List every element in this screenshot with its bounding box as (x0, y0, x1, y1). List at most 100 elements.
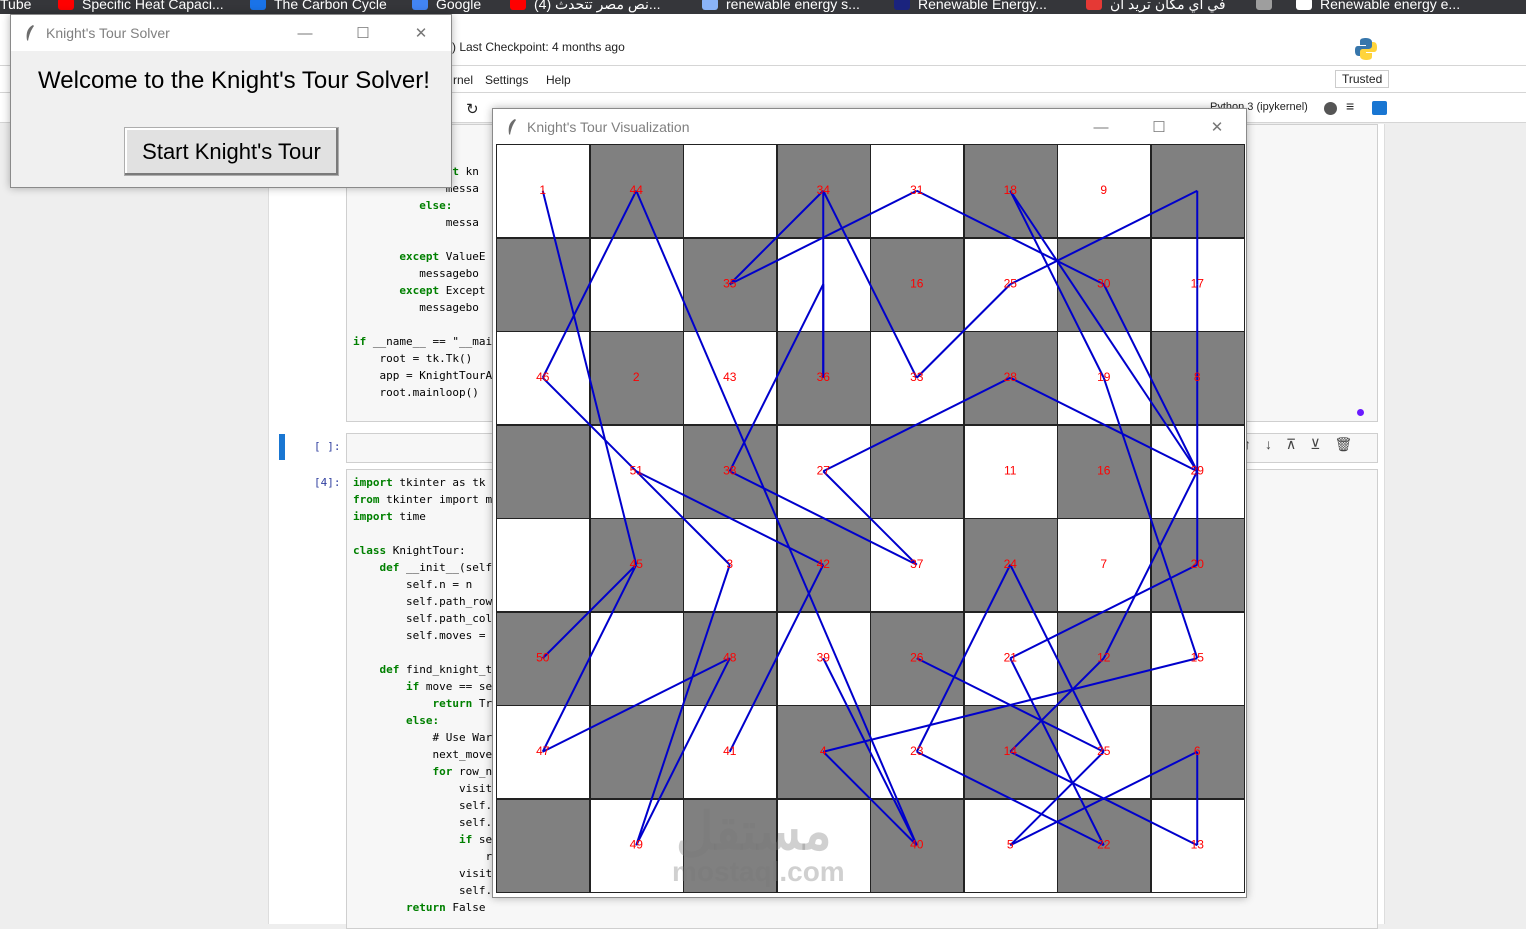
bookmark-label: (4) نص مصر تتحدث... (534, 0, 661, 12)
menu-settings[interactable]: Settings (485, 73, 528, 87)
tour-path-segment (1009, 564, 1105, 753)
maximize-icon[interactable]: ☐ (1136, 109, 1182, 145)
scroll-indicator-dot (1357, 409, 1364, 416)
bookmark-item[interactable]: The Carbon Cycle (250, 0, 387, 13)
maximize-icon[interactable]: ☐ (340, 15, 386, 51)
visualization-window: Knight's Tour Visualization — ☐ ✕ 1 44 34 3… (492, 108, 1247, 898)
tour-path-segment (916, 189, 1105, 286)
menu-help[interactable]: Help (546, 73, 571, 87)
move-number: 45 (630, 557, 644, 571)
move-number: 14 (1004, 744, 1018, 758)
menu-lines-icon[interactable]: ≡ (1346, 98, 1354, 114)
bookmarks-bar: Tube Specific Heat Capaci... The Carbon Cy… (0, 0, 1526, 14)
move-number: 24 (1004, 557, 1018, 571)
tour-path-segment (822, 376, 1011, 473)
tour-path-segment (729, 470, 918, 566)
move-number: 25 (1097, 744, 1111, 758)
minimize-icon[interactable]: — (282, 15, 328, 51)
bookmark-item[interactable]: renewable energy s... (702, 0, 860, 13)
move-number: 41 (723, 744, 737, 758)
bookmark-favicon-icon (250, 0, 266, 10)
tour-path-segment (541, 190, 638, 565)
insert-below-icon[interactable]: ⊻ (1310, 436, 1320, 460)
delete-cell-icon[interactable]: 🗑 (1335, 436, 1353, 460)
tour-path-overlay: 1 44 34 31 18 935 16 25 30 1746 2 43 36 33 28 19 851 38 27… (536, 183, 1205, 852)
bookmark-item[interactable]: في أي مكان تريد أن (1086, 0, 1226, 13)
move-number: 19 (1097, 370, 1111, 384)
visualization-titlebar[interactable]: Knight's Tour Visualization — ☐ ✕ (493, 109, 1246, 145)
move-number: 31 (910, 183, 924, 197)
bookmark-item[interactable]: Renewable Energy... (894, 0, 1047, 13)
move-number: 36 (817, 370, 831, 384)
trusted-badge[interactable]: Trusted (1335, 70, 1390, 88)
move-number: 39 (817, 650, 831, 664)
move-number: 1 (539, 183, 546, 197)
tour-path-segment (1009, 563, 1198, 660)
bookmark-item[interactable]: Renewable energy e... (1296, 0, 1460, 13)
bookmark-item[interactable]: Google (412, 0, 481, 13)
move-number: 3 (726, 557, 733, 571)
move-number: 28 (1004, 370, 1018, 384)
tour-path-segment (1009, 657, 1105, 753)
close-icon[interactable]: ✕ (398, 15, 444, 51)
tour-path-segment (1009, 190, 1105, 379)
insert-above-icon[interactable]: ⊼ (1286, 436, 1296, 460)
move-number: 12 (1097, 650, 1111, 664)
move-number: 25 (1004, 276, 1018, 290)
bookmark-favicon-icon (510, 0, 526, 10)
move-number: 11 (1004, 463, 1017, 477)
move-number: 16 (910, 276, 924, 290)
start-knights-tour-button[interactable]: Start Knight's Tour (124, 127, 339, 176)
tour-path-segment (1009, 376, 1198, 473)
move-number: 33 (910, 370, 924, 384)
bookmark-label: Tube (0, 0, 32, 12)
tour-path-segment (1102, 283, 1199, 472)
bookmark-item[interactable]: Tube (0, 0, 31, 13)
move-number: 23 (910, 744, 924, 758)
move-number: 2 (633, 370, 640, 384)
watermark-arabic: مستقل (676, 803, 832, 861)
property-inspector-icon[interactable] (1372, 101, 1387, 115)
move-down-icon[interactable]: ↓ (1265, 436, 1272, 460)
bookmark-item[interactable]: (4) نص مصر تتحدث... (510, 0, 661, 13)
solver-titlebar[interactable]: Knight's Tour Solver — ☐ ✕ (11, 15, 451, 51)
move-number: 40 (910, 837, 924, 851)
tour-path-segment (822, 190, 918, 379)
bookmark-favicon-icon (412, 0, 428, 10)
tour-path-segment (916, 283, 1011, 379)
restart-icon[interactable]: ↻ (466, 100, 479, 118)
move-number: 38 (723, 463, 737, 477)
bookmark-favicon-icon (58, 0, 74, 10)
move-number: 27 (817, 463, 831, 477)
move-number: 21 (1004, 650, 1018, 664)
close-icon[interactable]: ✕ (1194, 109, 1240, 145)
bookmark-label: Google (436, 0, 482, 12)
move-number: 17 (1191, 276, 1205, 290)
bookmark-favicon-icon (1296, 0, 1312, 10)
tour-path-segment (822, 657, 918, 846)
move-number: 30 (1097, 276, 1111, 290)
move-number: 29 (1191, 463, 1205, 477)
bookmark-label: renewable energy s... (726, 0, 860, 12)
code-text-lower: import tkinter as tk from tkinter import… (353, 476, 493, 914)
bookmark-favicon-icon (702, 0, 718, 10)
watermark-latin: mostaql.com (672, 856, 845, 887)
move-number: 4 (820, 744, 827, 758)
tour-path-segment (541, 190, 638, 379)
tour-path-segment (1009, 190, 1199, 472)
bookmark-item[interactable]: Specific Heat Capaci... (58, 0, 224, 13)
menu-kernel[interactable]: rnel (453, 73, 473, 87)
move-number: 6 (1194, 744, 1201, 758)
python-logo-icon (1355, 38, 1377, 60)
welcome-heading: Welcome to the Knight's Tour Solver! (38, 67, 430, 94)
tour-path-segment (635, 470, 824, 566)
bookmark-label: Specific Heat Capaci... (82, 0, 224, 12)
tour-path-segment (1102, 377, 1199, 659)
tour-path-segment (822, 751, 918, 846)
bookmark-item[interactable] (1256, 0, 1280, 13)
feather-icon (508, 119, 516, 135)
bookmark-favicon-icon (1086, 0, 1102, 10)
minimize-icon[interactable]: — (1078, 109, 1124, 145)
selected-cell-marker (279, 434, 285, 460)
move-number: 7 (1100, 557, 1107, 571)
